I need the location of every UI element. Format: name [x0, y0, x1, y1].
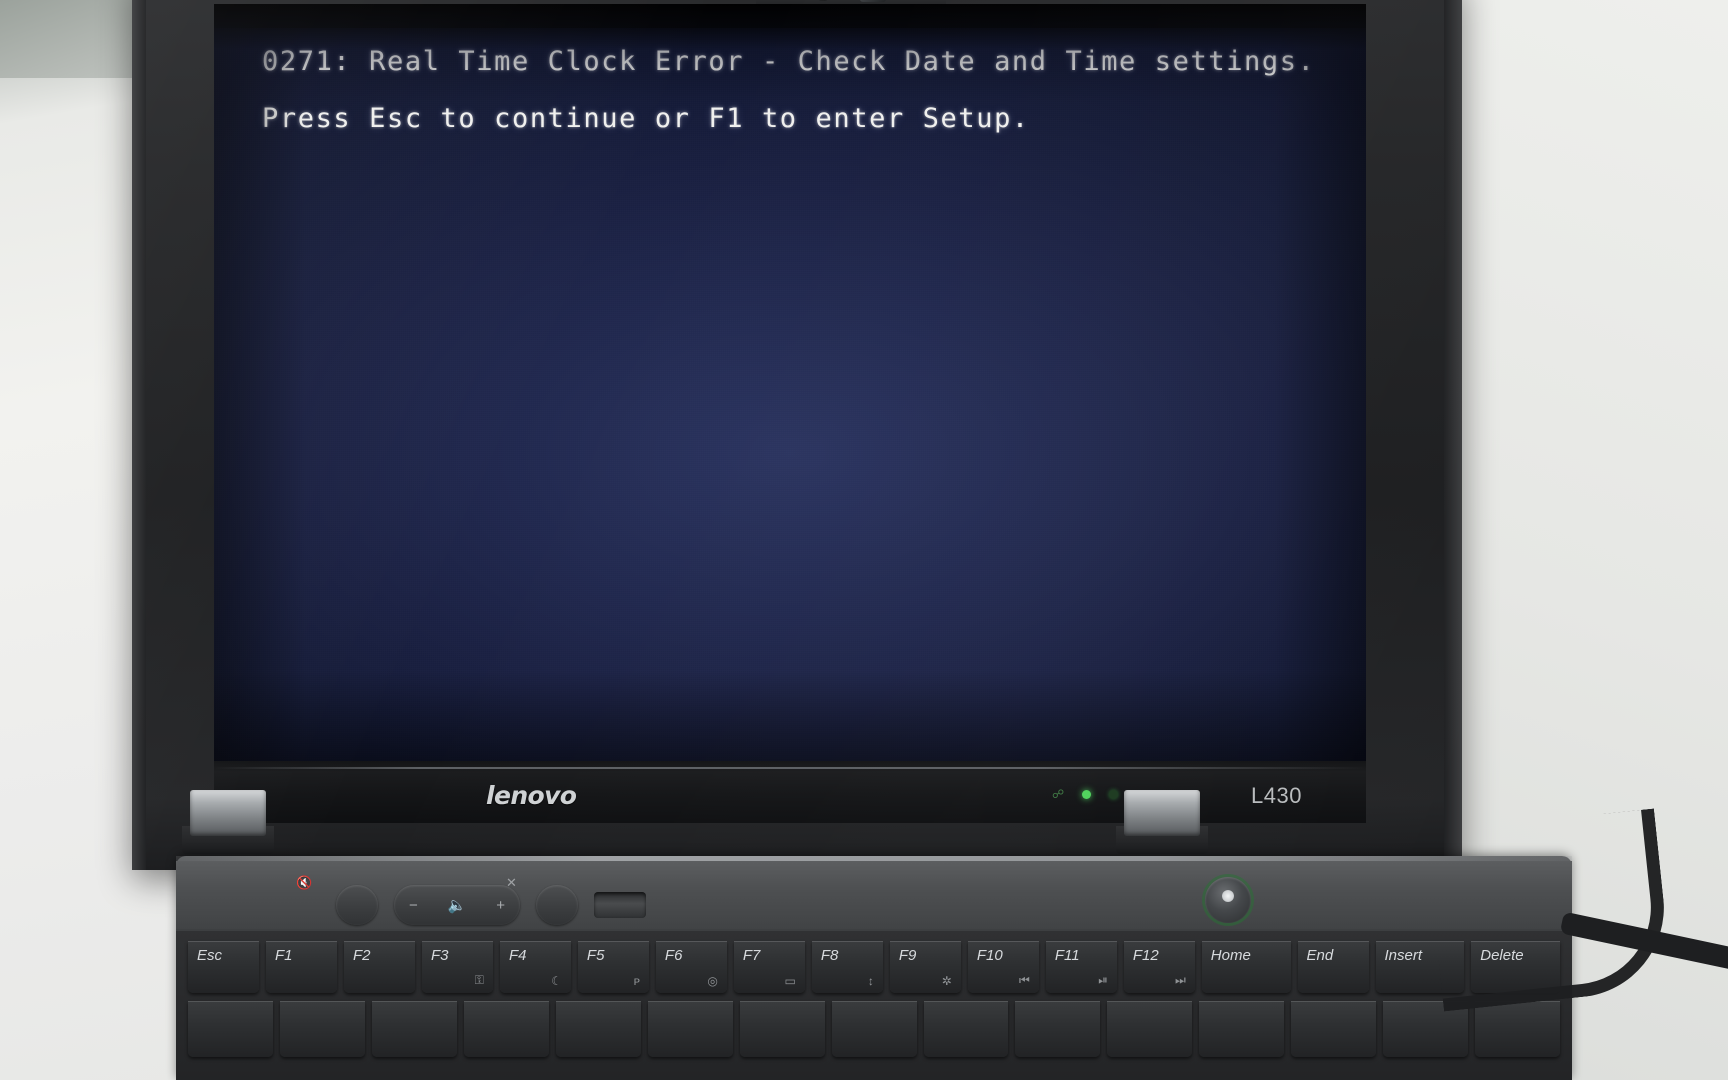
- key-label: F1: [274, 947, 293, 964]
- bezel-highlight: [214, 767, 1366, 769]
- bios-error-line: 0271: Real Time Clock Error - Check Date…: [262, 46, 1316, 77]
- key-secondary-icon: ↕: [867, 974, 874, 988]
- key-secondary-icon: ⏯: [1098, 973, 1108, 987]
- speaker-mute-icon: 🔇: [296, 875, 313, 890]
- key-secondary-icon: ⏮: [1019, 973, 1030, 987]
- plus-icon[interactable]: +: [496, 897, 505, 914]
- keyboard-deck-top: − 🔈 + 🔇 ✕: [176, 861, 1572, 929]
- model-label: L430: [1251, 783, 1302, 808]
- display-panel: 0271: Real Time Clock Error - Check Date…: [214, 4, 1366, 761]
- key-row2-9[interactable]: [1015, 1001, 1101, 1057]
- key-row2-3[interactable]: [463, 1001, 549, 1057]
- webcam-reflection: [860, 0, 886, 2]
- bluetooth-led: [1082, 789, 1092, 799]
- lid-left-edge: [132, 0, 146, 870]
- key-f3[interactable]: F3 ⚿: [421, 941, 493, 993]
- key-f11[interactable]: F11 ⏯: [1045, 941, 1117, 993]
- key-row2-8[interactable]: [923, 1001, 1009, 1057]
- key-label: F9: [898, 947, 917, 964]
- number-key-row: [188, 1001, 1561, 1057]
- key-f2[interactable]: F2: [343, 941, 415, 993]
- multimedia-button-row: − 🔈 +: [336, 885, 646, 925]
- key-label: F7: [742, 947, 761, 964]
- bios-error-screen: 0271: Real Time Clock Error - Check Date…: [262, 48, 1322, 156]
- deck-vent-slot: [594, 892, 646, 918]
- webcam-lens-icon: [814, 0, 832, 1]
- microphone-mute-icon: ✕: [506, 875, 517, 890]
- lid-right-edge: [1444, 0, 1462, 870]
- hinge-right: [1124, 790, 1200, 836]
- key-row2-10[interactable]: [1107, 1001, 1193, 1057]
- key-f12[interactable]: F12 ⏭: [1123, 941, 1195, 993]
- key-label: End: [1306, 947, 1334, 964]
- key-row2-0[interactable]: [188, 1001, 273, 1057]
- key-row2-6[interactable]: [739, 1001, 825, 1057]
- speaker-icon: 🔈: [447, 897, 467, 914]
- key-esc[interactable]: Esc: [188, 941, 259, 993]
- key-row2-4[interactable]: [555, 1001, 641, 1057]
- key-label: F2: [352, 947, 371, 964]
- bluetooth-icon: ☍: [1052, 787, 1065, 801]
- key-f10[interactable]: F10 ⏮: [967, 941, 1039, 993]
- key-label: Insert: [1384, 947, 1423, 964]
- status-led-group: ☍: [1052, 787, 1119, 801]
- key-label: F11: [1054, 947, 1080, 964]
- key-f7[interactable]: F7 ▭: [733, 941, 805, 993]
- key-end[interactable]: End: [1297, 941, 1369, 993]
- key-label: Esc: [197, 947, 223, 964]
- key-label: F10: [976, 947, 1003, 964]
- key-f6[interactable]: F6 ◎: [655, 941, 727, 993]
- mute-button[interactable]: [336, 885, 378, 925]
- key-f4[interactable]: F4 ☾: [499, 941, 571, 993]
- key-f8[interactable]: F8 ↕: [811, 941, 883, 993]
- key-secondary-icon: ⚿: [474, 973, 484, 987]
- key-secondary-icon: ▭: [784, 974, 796, 988]
- key-row2-11[interactable]: [1199, 1001, 1285, 1057]
- function-key-row: Esc F1 F2 F3 ⚿ F4 ☾ F5 ᴘ F6 ◎ F7 ▭ F8 ↕ F9 ✲ F10 ⏮ F11 ⏯ F12 ⏭…: [188, 941, 1560, 993]
- key-row2-2[interactable]: [371, 1001, 457, 1057]
- lenovo-logo: lenovo: [486, 781, 577, 810]
- laptop-photo-scene: 0271: Real Time Clock Error - Check Date…: [0, 0, 1728, 1080]
- key-label: F12: [1132, 947, 1159, 964]
- key-secondary-icon: ⏭: [1174, 973, 1186, 987]
- key-row2-14[interactable]: [1475, 1001, 1561, 1057]
- key-home[interactable]: Home: [1201, 941, 1291, 993]
- key-row2-1[interactable]: [279, 1001, 365, 1057]
- key-secondary-icon: ◎: [707, 974, 718, 988]
- power-button-led: [1222, 890, 1234, 902]
- laptop-lid: 0271: Real Time Clock Error - Check Date…: [132, 0, 1462, 870]
- key-f5[interactable]: F5 ᴘ: [577, 941, 649, 993]
- bios-prompt-line: Press Esc to continue or F1 to enter Set…: [262, 103, 1030, 134]
- minus-icon[interactable]: −: [409, 897, 418, 914]
- key-f9[interactable]: F9 ✲: [889, 941, 961, 993]
- keyboard: Esc F1 F2 F3 ⚿ F4 ☾ F5 ᴘ F6 ◎ F7 ▭ F8 ↕ F9 ✲ F10 ⏮ F11 ⏯ F12 ⏭…: [176, 930, 1572, 1080]
- key-row2-5[interactable]: [647, 1001, 733, 1057]
- key-label: F6: [664, 947, 683, 964]
- key-row2-12[interactable]: [1291, 1001, 1377, 1057]
- mic-mute-button[interactable]: [536, 885, 578, 925]
- key-label: F8: [820, 947, 839, 964]
- power-button[interactable]: [1205, 877, 1251, 923]
- key-label: F5: [586, 947, 605, 964]
- key-f1[interactable]: F1: [265, 941, 337, 993]
- key-secondary-icon: ᴘ: [633, 974, 640, 988]
- key-secondary-icon: ✲: [941, 974, 952, 988]
- laptop-base: − 🔈 + 🔇 ✕ Esc F1 F2 F3 ⚿ F4 ☾ F5 ᴘ F6 ◎ F7 ▭ F8 ↕ F9 ✲ F1…: [176, 856, 1572, 1080]
- key-row2-7[interactable]: [831, 1001, 917, 1057]
- key-label: F3: [430, 947, 449, 964]
- battery-led: [1109, 789, 1119, 799]
- key-secondary-icon: ☾: [551, 974, 562, 988]
- key-label: Home: [1210, 947, 1251, 964]
- key-label: F4: [508, 947, 527, 964]
- hinge-left: [190, 790, 266, 836]
- volume-control[interactable]: − 🔈 +: [394, 885, 520, 925]
